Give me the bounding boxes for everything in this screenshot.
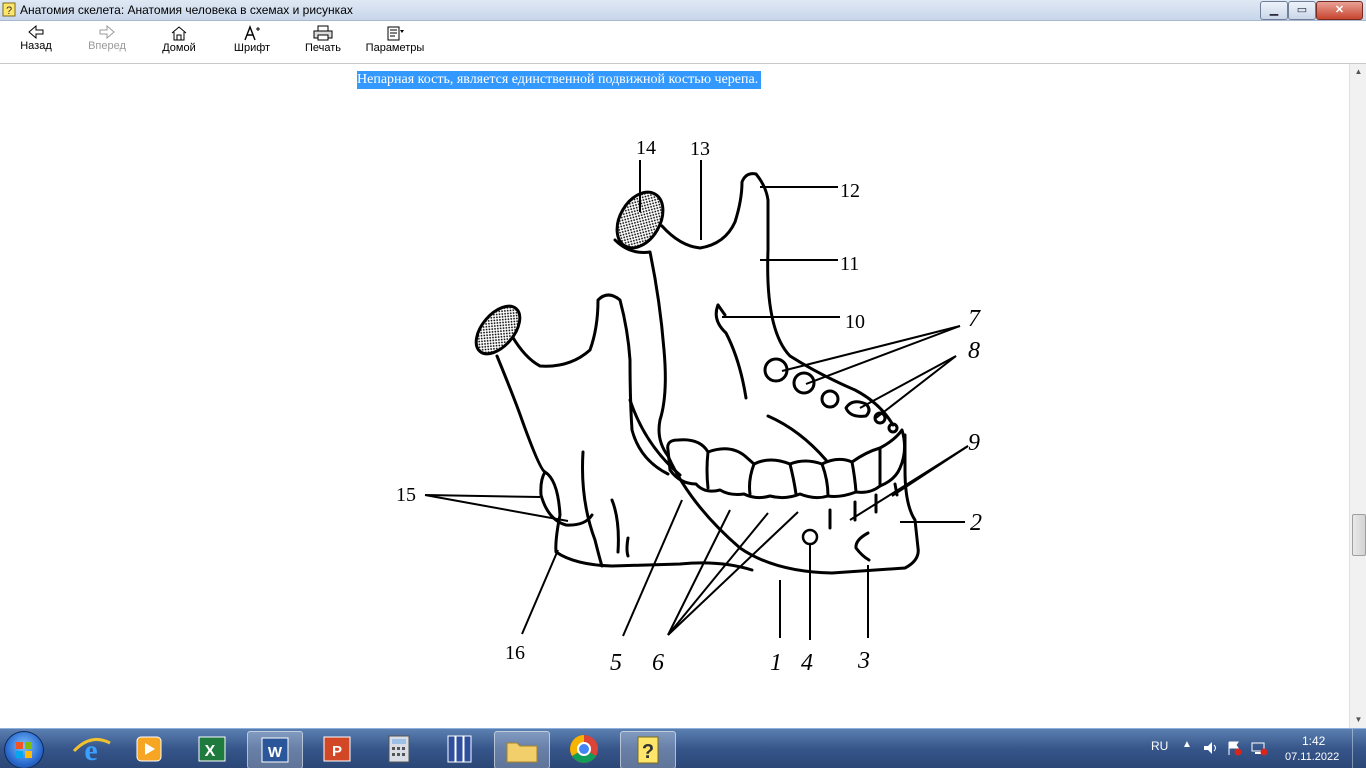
- toolbar: Назад Вперед Домой Шрифт Печать Параметр…: [0, 21, 1366, 64]
- svg-text:X: X: [205, 743, 216, 760]
- scroll-up-arrow-icon[interactable]: ▲: [1351, 64, 1366, 79]
- volume-icon[interactable]: [1202, 740, 1218, 756]
- taskbar-help-app[interactable]: ?: [620, 731, 676, 768]
- print-button[interactable]: Печать: [302, 23, 344, 61]
- home-icon: [171, 26, 187, 41]
- home-label: Домой: [162, 42, 196, 54]
- label-15: 15: [396, 484, 416, 506]
- taskbar-powerpoint[interactable]: P: [310, 731, 364, 767]
- label-10: 10: [845, 311, 865, 333]
- taskbar-books[interactable]: [434, 731, 488, 767]
- show-hidden-icons-arrow-icon[interactable]: ▲: [1182, 739, 1192, 750]
- media-player-icon: [136, 736, 162, 762]
- label-11: 11: [840, 253, 859, 275]
- vertical-scrollbar[interactable]: ▲ ▼: [1349, 64, 1366, 728]
- condyle-far: [474, 304, 522, 356]
- printer-icon: [313, 25, 333, 41]
- books-icon: [447, 735, 472, 763]
- svg-text:W: W: [268, 744, 283, 761]
- svg-text:P: P: [332, 743, 342, 760]
- chrome-icon: [570, 735, 598, 763]
- action-center-flag-icon[interactable]: [1226, 740, 1242, 756]
- label-1: 1: [770, 650, 782, 676]
- label-5: 5: [610, 650, 622, 676]
- font-button[interactable]: Шрифт: [232, 23, 272, 61]
- label-7: 7: [968, 306, 981, 332]
- taskbar-excel[interactable]: X: [184, 731, 238, 767]
- coronoid-process: [660, 172, 770, 252]
- taskbar-calculator[interactable]: [372, 731, 426, 767]
- mental-foramen: [801, 528, 819, 546]
- mandible-figure: 14 13 12 11 10 7 8 9 2 3 4 1 6 5 15 16: [396, 137, 982, 676]
- options-icon: [387, 26, 404, 41]
- forward-button[interactable]: Вперед: [84, 23, 130, 61]
- start-button[interactable]: [4, 731, 44, 768]
- home-button[interactable]: Домой: [158, 23, 200, 61]
- powerpoint-icon: P: [323, 736, 351, 762]
- label-3: 3: [857, 648, 870, 674]
- label-4: 4: [801, 650, 813, 676]
- label-6: 6: [652, 650, 664, 676]
- print-label: Печать: [304, 42, 342, 54]
- close-button[interactable]: ✕: [1316, 1, 1363, 20]
- minimize-button[interactable]: ▁: [1260, 1, 1288, 20]
- options-label: Параметры: [365, 42, 425, 54]
- label-16: 16: [505, 642, 525, 664]
- font-icon: [244, 25, 260, 41]
- clock-date[interactable]: 07.11.2022: [1285, 751, 1339, 763]
- taskbar-media-player[interactable]: [122, 731, 176, 767]
- help-app-icon: ?: [637, 736, 659, 764]
- file-explorer-icon: [506, 742, 538, 763]
- label-13: 13: [690, 138, 710, 160]
- label-8: 8: [968, 338, 980, 364]
- window-title: Анатомия скелета: Анатомия человека в сх…: [20, 3, 353, 17]
- back-button[interactable]: Назад: [14, 23, 58, 61]
- help-app-icon: ?: [2, 2, 16, 17]
- word-icon: W: [261, 737, 289, 763]
- clock-time[interactable]: 1:42: [1302, 734, 1325, 748]
- calculator-icon: [388, 735, 410, 763]
- label-2: 2: [970, 510, 982, 536]
- label-9: 9: [968, 430, 980, 456]
- network-icon[interactable]: [1250, 740, 1268, 756]
- forward-arrow-icon: [99, 25, 115, 39]
- taskbar: e X W P ? RU ▲ 1:42 07.11.2022: [0, 728, 1366, 768]
- taskbar-word[interactable]: W: [247, 731, 303, 768]
- label-14: 14: [636, 137, 656, 159]
- scroll-down-arrow-icon[interactable]: ▼: [1351, 712, 1366, 727]
- options-button[interactable]: Параметры: [364, 23, 426, 61]
- taskbar-chrome[interactable]: [557, 731, 611, 767]
- svg-text:?: ?: [6, 5, 12, 17]
- scroll-thumb[interactable]: [1352, 514, 1366, 556]
- internet-explorer-icon: e: [72, 734, 111, 767]
- excel-icon: X: [198, 736, 226, 762]
- forward-label: Вперед: [88, 40, 126, 52]
- show-desktop-button[interactable]: [1352, 729, 1366, 768]
- lower-teeth: [666, 428, 907, 500]
- mandible-outline-near: [613, 238, 920, 575]
- svg-text:?: ?: [642, 741, 654, 763]
- back-label: Назад: [20, 40, 52, 52]
- language-indicator[interactable]: RU: [1151, 739, 1168, 753]
- label-12: 12: [840, 180, 860, 202]
- mandible-outline-far: [510, 293, 670, 476]
- windows-logo-icon: [16, 742, 32, 758]
- back-arrow-icon: [28, 25, 44, 39]
- taskbar-internet-explorer[interactable]: e: [64, 731, 118, 767]
- content-area: Непарная кость, является единственной по…: [0, 64, 1349, 728]
- taskbar-file-explorer[interactable]: [494, 731, 550, 768]
- font-label: Шрифт: [233, 42, 271, 54]
- maximize-button[interactable]: ▭: [1288, 1, 1316, 20]
- title-bar: ? Анатомия скелета: Анатомия человека в …: [0, 0, 1366, 21]
